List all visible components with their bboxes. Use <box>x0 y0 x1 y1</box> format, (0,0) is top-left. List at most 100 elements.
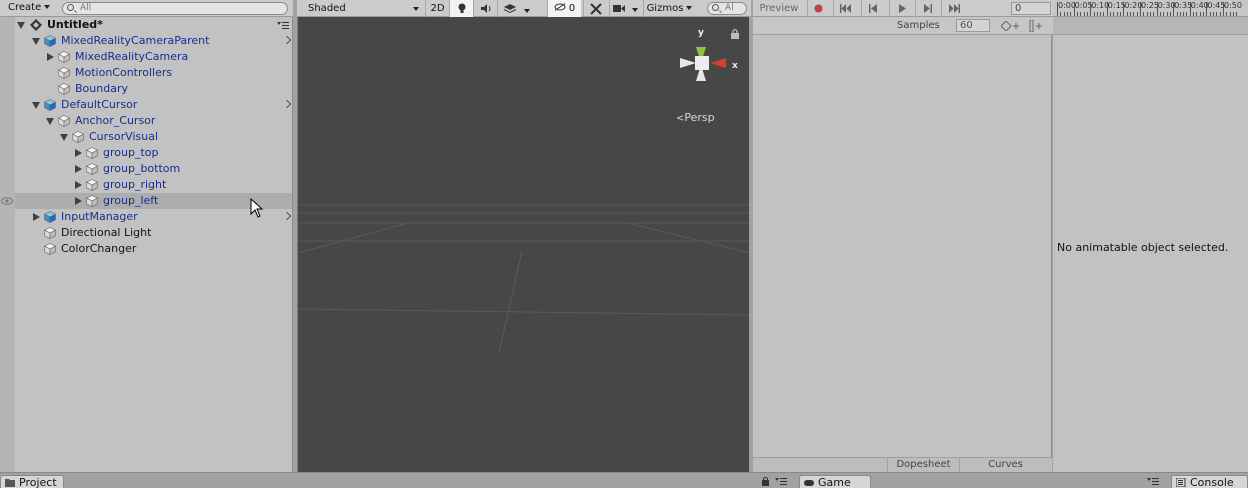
next-keyframe-button[interactable] <box>915 0 939 17</box>
timeline-tick <box>1209 12 1211 16</box>
timeline-tick <box>1176 12 1178 16</box>
hierarchy-item-label: MixedRealityCamera <box>75 50 189 63</box>
preview-button[interactable]: Preview <box>753 0 805 17</box>
timeline-tick <box>1086 12 1088 16</box>
collapse-arrow-icon[interactable] <box>32 38 40 45</box>
project-tab[interactable]: Project <box>0 475 64 488</box>
expand-arrow-icon[interactable] <box>33 213 40 221</box>
hierarchy-item[interactable]: MotionControllers <box>15 65 292 81</box>
hierarchy-item[interactable]: Anchor_Cursor <box>15 113 292 129</box>
audio-toggle-button[interactable] <box>473 0 497 17</box>
timeline-tick <box>1090 2 1092 16</box>
shading-mode-label: Shaded <box>308 3 346 14</box>
timeline-tick <box>1093 12 1095 16</box>
timeline-tick <box>1057 2 1058 16</box>
scene-title: Untitled* <box>47 18 103 31</box>
chevron-right-icon[interactable] <box>282 211 292 221</box>
play-button[interactable] <box>889 0 913 17</box>
dropdown-arrow-icon <box>686 6 693 10</box>
gameobject-cube-icon <box>58 51 70 63</box>
hierarchy-item[interactable]: Boundary <box>15 81 292 97</box>
hierarchy-item[interactable]: ColorChanger <box>15 241 292 257</box>
gameobject-cube-icon <box>44 227 56 239</box>
scene-header-row[interactable]: Untitled* <box>15 17 292 33</box>
create-dropdown[interactable]: Create <box>4 1 54 16</box>
hierarchy-item[interactable]: MixedRealityCameraParent <box>15 33 292 49</box>
collapse-arrow-icon[interactable] <box>46 118 54 125</box>
game-tab[interactable]: Game <box>799 475 871 488</box>
timeline-tick <box>1126 12 1128 16</box>
hierarchy-search-input[interactable]: All <box>62 2 288 15</box>
eye-icon[interactable] <box>1 197 13 205</box>
hierarchy-item[interactable]: CursorVisual <box>15 129 292 145</box>
hidden-objects-toggle[interactable]: 0 <box>547 0 581 17</box>
context-menu-icon[interactable] <box>1147 477 1159 486</box>
expand-arrow-icon[interactable] <box>75 181 82 189</box>
projection-label: Persp <box>684 111 715 124</box>
dropdown-arrow-icon <box>413 7 419 11</box>
search-icon <box>67 4 74 11</box>
console-tab[interactable]: Console <box>1171 475 1248 488</box>
add-keyframe-icon[interactable] <box>1001 21 1021 31</box>
hierarchy-item-label: Anchor_Cursor <box>75 114 156 127</box>
collapse-arrow-icon[interactable] <box>60 134 68 141</box>
neg-x-axis-cone[interactable] <box>680 58 696 68</box>
gizmos-dropdown[interactable]: Gizmos <box>643 0 695 17</box>
hierarchy-item[interactable]: DefaultCursor <box>15 97 292 113</box>
chevron-right-icon[interactable] <box>282 99 292 109</box>
hierarchy-item[interactable]: group_bottom <box>15 161 292 177</box>
hierarchy-item[interactable]: group_right <box>15 177 292 193</box>
hierarchy-item-label: group_right <box>103 178 167 191</box>
timeline-tick <box>1136 12 1138 16</box>
last-keyframe-button[interactable] <box>941 0 965 17</box>
curves-tab[interactable]: Curves <box>959 458 1051 472</box>
camera-dropdown[interactable] <box>609 0 641 17</box>
timeline-tick <box>1183 12 1185 16</box>
timeline-tick <box>1156 2 1158 16</box>
mouse-pointer-icon <box>250 198 264 218</box>
lighting-toggle-button[interactable] <box>449 0 473 17</box>
samples-field[interactable]: 60 <box>956 19 990 32</box>
gameobject-cube-icon <box>86 195 98 207</box>
create-label: Create <box>8 2 42 13</box>
animation-keyframe-area: No animatable object selected. <box>1053 35 1248 472</box>
chevron-right-icon[interactable] <box>282 35 292 45</box>
hierarchy-item[interactable]: group_top <box>15 145 292 161</box>
add-event-icon[interactable] <box>1029 20 1043 32</box>
lock-icon[interactable] <box>761 476 770 486</box>
2d-toggle-button[interactable]: 2D <box>425 0 449 17</box>
gameobject-cube-icon <box>86 163 98 175</box>
scene-search-input[interactable]: Al <box>707 2 747 15</box>
game-controller-icon <box>804 480 814 486</box>
timeline-tick <box>1100 12 1102 16</box>
projection-toggle[interactable]: <Persp <box>676 111 715 124</box>
record-icon <box>814 4 823 13</box>
context-menu-icon[interactable] <box>775 477 787 486</box>
game-tab-label: Game <box>818 476 851 488</box>
expand-arrow-icon[interactable] <box>75 165 82 173</box>
tools-button[interactable] <box>583 0 607 17</box>
x-axis-cone[interactable] <box>710 58 726 68</box>
expand-arrow-icon[interactable] <box>17 22 25 29</box>
expand-arrow-icon[interactable] <box>75 197 82 205</box>
first-keyframe-button[interactable] <box>833 0 857 17</box>
dopesheet-tab[interactable]: Dopesheet <box>887 458 959 472</box>
context-menu-icon[interactable] <box>277 21 289 30</box>
timeline-tick <box>1189 2 1191 16</box>
shading-mode-dropdown[interactable]: Shaded <box>297 0 423 17</box>
record-button[interactable] <box>807 0 829 17</box>
lock-icon[interactable] <box>730 28 740 39</box>
timeline-event-band <box>1053 17 1248 35</box>
expand-arrow-icon[interactable] <box>47 53 54 61</box>
hierarchy-item[interactable]: MixedRealityCamera <box>15 49 292 65</box>
frame-field[interactable]: 0 <box>1011 2 1051 15</box>
expand-arrow-icon[interactable] <box>75 149 82 157</box>
collapse-arrow-icon[interactable] <box>32 102 40 109</box>
timeline-tick <box>1179 12 1181 16</box>
effects-dropdown[interactable] <box>497 0 535 17</box>
hierarchy-item[interactable]: Directional Light <box>15 225 292 241</box>
gizmo-center-cube[interactable] <box>695 56 709 70</box>
prev-keyframe-button[interactable] <box>861 0 885 17</box>
timeline-ruler[interactable]: 0:00 0:05 0:10 0:15 0:20 0:25 0:30 0:35 0:40 0:45… <box>1053 0 1248 17</box>
scene-viewport[interactable]: y x <Persp <box>297 17 749 472</box>
